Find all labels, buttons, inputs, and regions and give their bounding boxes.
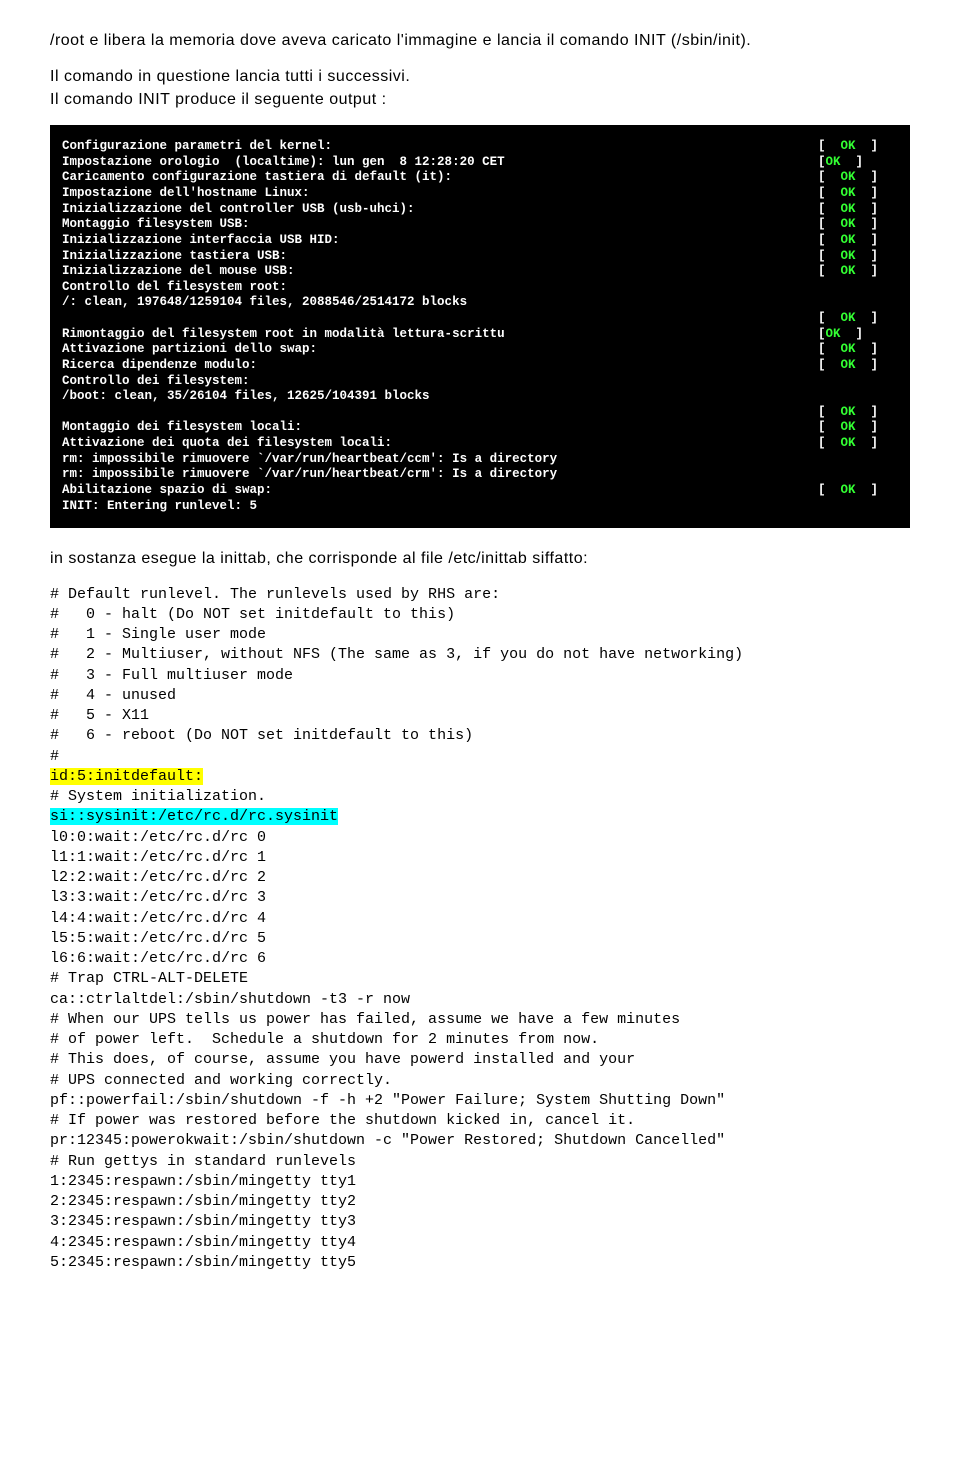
code-line: # [50,748,59,765]
code-line: ca::ctrlaltdel:/sbin/shutdown -t3 -r now [50,991,410,1008]
code-line: 5:2345:respawn:/sbin/mingetty tty5 [50,1254,356,1271]
code-line: # UPS connected and working correctly. [50,1072,392,1089]
code-line: # System initialization. [50,788,266,805]
code-line: 2:2345:respawn:/sbin/mingetty tty2 [50,1193,356,1210]
code-line: l2:2:wait:/etc/rc.d/rc 2 [50,869,266,886]
code-line: # When our UPS tells us power has failed… [50,1011,680,1028]
inittab-code-block: # Default runlevel. The runlevels used b… [50,585,910,1274]
code-line: # of power left. Schedule a shutdown for… [50,1031,599,1048]
code-line: # Default runlevel. The runlevels used b… [50,586,500,603]
page: /root e libera la memoria dove aveva car… [0,0,960,1469]
code-line: 4:2345:respawn:/sbin/mingetty tty4 [50,1234,356,1251]
code-line: 3:2345:respawn:/sbin/mingetty tty3 [50,1213,356,1230]
code-line: si::sysinit:/etc/rc.d/rc.sysinit [50,808,338,825]
code-line: # Trap CTRL-ALT-DELETE [50,970,248,987]
intro-line3: Il comando INIT produce il seguente outp… [50,91,387,108]
intro-paragraph-1: /root e libera la memoria dove aveva car… [50,30,910,52]
code-line: l6:6:wait:/etc/rc.d/rc 6 [50,950,266,967]
after-console-text: in sostanza esegue la inittab, che corri… [50,548,910,570]
code-line: pr:12345:powerokwait:/sbin/shutdown -c "… [50,1132,725,1149]
code-line: # Run gettys in standard runlevels [50,1153,356,1170]
code-line: l5:5:wait:/etc/rc.d/rc 5 [50,930,266,947]
code-line: l4:4:wait:/etc/rc.d/rc 4 [50,910,266,927]
intro-line2: Il comando in questione lancia tutti i s… [50,68,410,85]
code-line: id:5:initdefault: [50,768,203,785]
code-line: pf::powerfail:/sbin/shutdown -f -h +2 "P… [50,1092,725,1109]
code-line: # 3 - Full multiuser mode [50,667,293,684]
code-line: 1:2345:respawn:/sbin/mingetty tty1 [50,1173,356,1190]
code-line: # 0 - halt (Do NOT set initdefault to th… [50,606,455,623]
code-line: # 4 - unused [50,687,176,704]
code-line: l1:1:wait:/etc/rc.d/rc 1 [50,849,266,866]
code-line: # 6 - reboot (Do NOT set initdefault to … [50,727,473,744]
code-line: # This does, of course, assume you have … [50,1051,635,1068]
code-line: l0:0:wait:/etc/rc.d/rc 0 [50,829,266,846]
code-line: # 5 - X11 [50,707,149,724]
code-line: # 1 - Single user mode [50,626,266,643]
code-line: # If power was restored before the shutd… [50,1112,635,1129]
code-line: # 2 - Multiuser, without NFS (The same a… [50,646,743,663]
intro-paragraph-2: Il comando in questione lancia tutti i s… [50,66,910,111]
console-output: Configurazione parametri del kernel:[ OK… [50,125,910,528]
code-line: l3:3:wait:/etc/rc.d/rc 3 [50,889,266,906]
